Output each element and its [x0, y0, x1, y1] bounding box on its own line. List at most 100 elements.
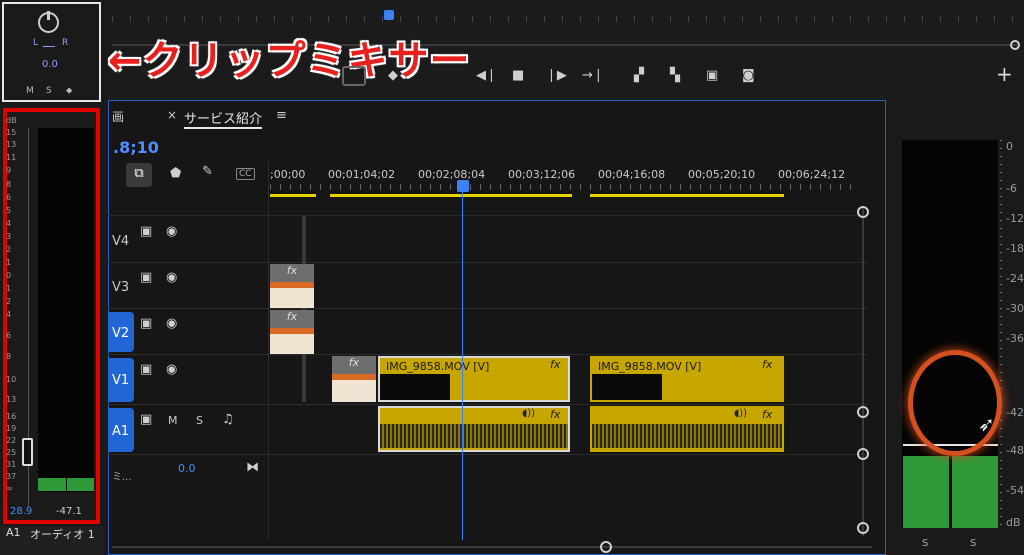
meter-scale-label: dB	[1006, 516, 1021, 529]
eye-icon[interactable]: ◉	[166, 224, 177, 239]
scale-label: 31	[6, 460, 17, 469]
film-icon[interactable]: ▣	[140, 362, 152, 377]
ruler-label: 00;04;16;08	[598, 168, 666, 181]
scale-label: 1	[6, 258, 12, 267]
track-v1-label[interactable]: V1	[112, 373, 129, 388]
track-a1-label[interactable]: A1	[112, 424, 129, 439]
wrench-icon[interactable]: ✎	[202, 164, 213, 179]
cursor-highlight-circle	[908, 350, 1002, 456]
fx-label: fx	[762, 408, 773, 421]
panel-tab-stub[interactable]: 画	[112, 108, 124, 125]
scroll-handle[interactable]	[1010, 40, 1020, 50]
hscroll-handle[interactable]	[600, 541, 612, 553]
scale-label: ∞	[6, 484, 13, 493]
solo-button[interactable]: S	[46, 86, 52, 96]
playhead-handle[interactable]	[457, 180, 469, 192]
marker-icon[interactable]: ◆	[388, 68, 398, 83]
horizontal-scrollbar[interactable]	[112, 546, 872, 548]
go-to-out-icon[interactable]: →❘	[582, 68, 604, 83]
meter-scale-label: -12	[1006, 212, 1024, 225]
compare-icon[interactable]: ▣	[706, 68, 718, 83]
scale-label: 6	[6, 331, 12, 340]
monitor-playhead[interactable]	[384, 10, 394, 20]
scale-label: 11	[6, 153, 17, 162]
pan-knob[interactable]	[38, 11, 59, 33]
snap-icon[interactable]: ⧉	[126, 163, 152, 187]
insert-icon[interactable]: ▞	[634, 68, 644, 83]
meter-solo-left[interactable]: S	[922, 538, 928, 549]
film-icon[interactable]: ▣	[140, 412, 152, 427]
meter-solo-right[interactable]: S	[970, 538, 976, 549]
clip-mixer-annotation: ←クリップミキサー	[108, 38, 471, 84]
eye-icon[interactable]: ◉	[166, 362, 177, 377]
meter-divider	[66, 478, 67, 491]
scale-label: 6	[6, 193, 12, 202]
clip-thumbnail	[380, 374, 450, 400]
scroll-handle-top[interactable]	[857, 206, 869, 218]
track-divider	[108, 354, 868, 355]
fx-label: fx	[762, 358, 773, 371]
track-v3-label[interactable]: V3	[112, 280, 129, 295]
camera-icon[interactable]: ◙	[742, 68, 755, 83]
track-v4-label[interactable]: V4	[112, 234, 129, 249]
mini-timeline-ruler	[112, 16, 1017, 22]
bowtie-icon[interactable]: ⧓	[246, 460, 259, 475]
meter-right-fill	[952, 456, 998, 528]
add-button[interactable]: +	[996, 62, 1013, 86]
fx-label: fx	[550, 358, 561, 371]
track-divider	[108, 215, 868, 216]
fx-badge: fx	[270, 264, 314, 282]
scroll-handle-a1[interactable]	[857, 406, 869, 418]
mute-button[interactable]: M	[26, 86, 34, 96]
graphic-clip-v1[interactable]	[332, 374, 376, 402]
scale-label: 4	[6, 310, 12, 319]
captions-button[interactable]: CC	[236, 168, 255, 180]
scroll-handle-a1-bottom[interactable]	[857, 448, 869, 460]
scale-label: 37	[6, 472, 17, 481]
film-icon[interactable]: ▣	[140, 224, 152, 239]
stop-icon[interactable]: ■	[512, 68, 524, 83]
meter-scale-label: -30	[1006, 302, 1024, 315]
pan-right-label: R	[62, 38, 69, 48]
pan-value[interactable]: 0.0	[42, 59, 58, 70]
scroll-handle-bottom[interactable]	[857, 522, 869, 534]
film-icon[interactable]: ▣	[140, 316, 152, 331]
record-icon[interactable]: ⬥	[66, 86, 72, 96]
graphic-clip-v2[interactable]	[270, 328, 314, 354]
fx-label: fx	[550, 408, 561, 421]
audio-waveform	[380, 424, 568, 448]
step-back-icon[interactable]: ◀❘	[476, 68, 497, 83]
microphone-icon[interactable]: ♫	[222, 412, 234, 427]
graphic-clip-v3[interactable]	[270, 282, 314, 308]
lift-button[interactable]	[342, 66, 366, 86]
a1-solo-button[interactable]: S	[196, 414, 203, 427]
scale-label: 22	[6, 436, 17, 445]
marker-add-icon[interactable]: ⬟	[170, 166, 181, 181]
clip-name: IMG_9858.MOV [V]	[386, 360, 490, 373]
audio-waveform	[592, 424, 782, 448]
overwrite-icon[interactable]: ▚	[670, 68, 680, 83]
sequence-tab[interactable]: サービス紹介	[184, 108, 263, 129]
film-icon[interactable]: ▣	[140, 270, 152, 285]
speaker-icon: ◖))	[522, 408, 536, 419]
scale-label: 15	[6, 128, 17, 137]
render-bar	[590, 194, 784, 197]
eye-icon[interactable]: ◉	[166, 316, 177, 331]
speaker-icon: ◖))	[734, 408, 748, 419]
pan-left-label: L	[33, 38, 39, 48]
master-volume-value[interactable]: 0.0	[178, 462, 196, 475]
channel-name: オーディオ 1	[30, 528, 95, 541]
track-v2-label[interactable]: V2	[112, 326, 129, 341]
ruler-label: 00;01;04;02	[328, 168, 396, 181]
vertical-scrollbar[interactable]	[862, 206, 864, 536]
eye-icon[interactable]: ◉	[166, 270, 177, 285]
scale-label: 13	[6, 140, 17, 149]
a1-mute-button[interactable]: M	[168, 414, 178, 427]
timecode-display[interactable]: .8;10	[113, 138, 159, 157]
scale-label: 16	[6, 412, 17, 421]
step-forward-icon[interactable]: ❘▶	[546, 68, 567, 83]
volume-fader-handle[interactable]	[22, 438, 33, 466]
fx-badge: fx	[270, 310, 314, 328]
tab-menu-icon[interactable]: ≡	[276, 108, 287, 123]
close-tab-button[interactable]: ×	[167, 108, 177, 122]
